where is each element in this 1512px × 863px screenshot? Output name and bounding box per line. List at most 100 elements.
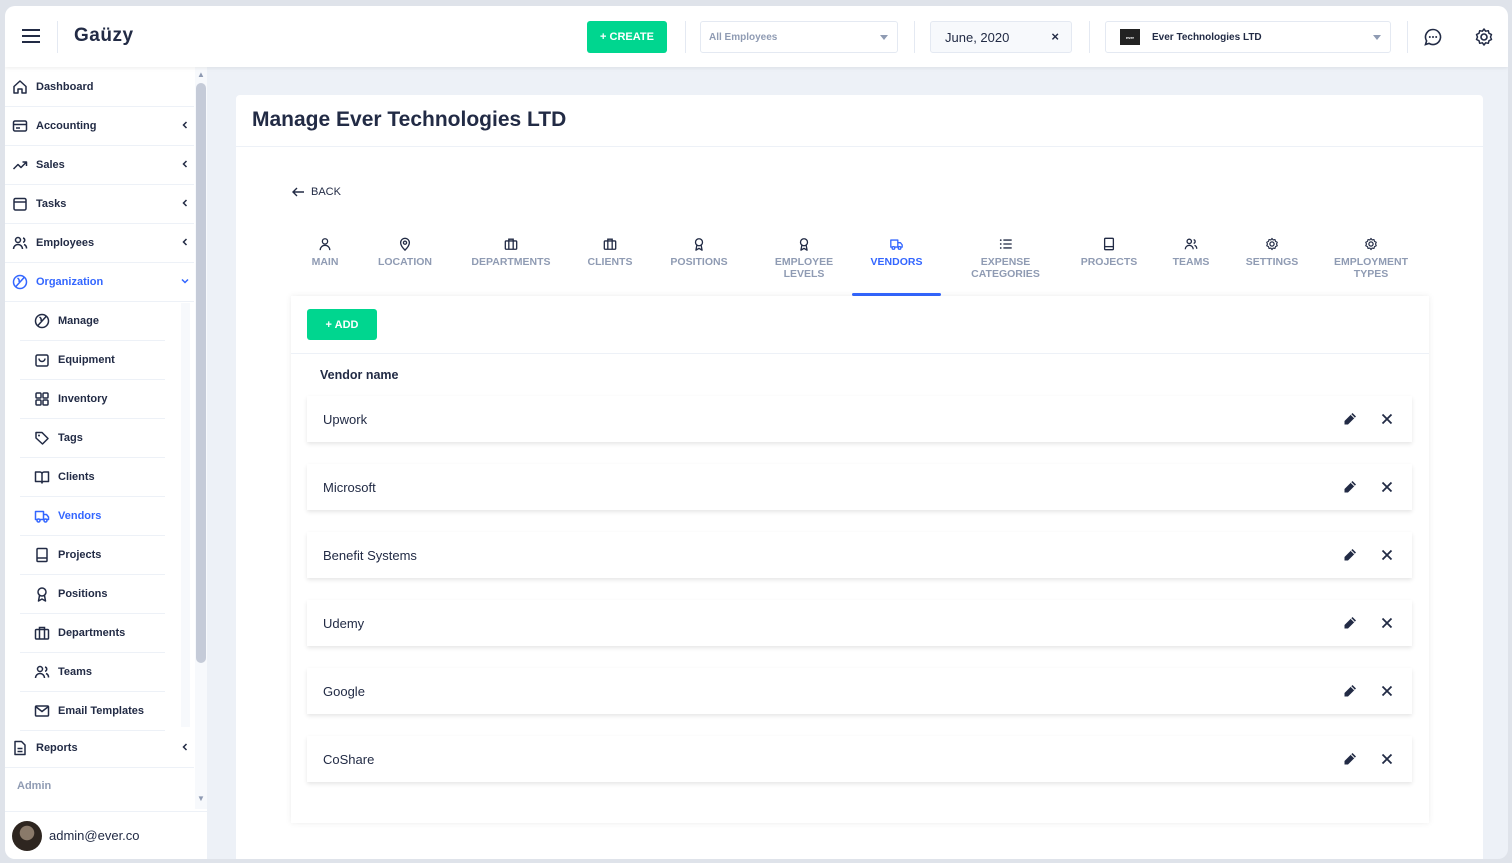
sidebar-item-label: Departments [58,627,126,639]
tab-label: TEAMS [1172,256,1210,268]
sidebar-item-positions[interactable]: Positions [20,575,165,614]
delete-icon[interactable] [1380,752,1394,766]
sidebar-item-equipment[interactable]: Equipment [20,341,165,380]
tab-employment-types[interactable]: EMPLOYMENT TYPES [1329,237,1413,297]
delete-icon[interactable] [1380,616,1394,630]
back-button[interactable]: BACK [292,186,341,198]
briefcase-icon [504,238,518,250]
sidebar-item-dashboard[interactable]: Dashboard [5,68,194,107]
avatar[interactable] [12,820,42,851]
award-icon [694,238,704,251]
sidebar-item-label: Positions [58,588,108,600]
tab-location[interactable]: LOCATION [375,237,435,297]
user-profile[interactable]: admin@ever.co [5,811,207,859]
tab-label: TYPES [1353,268,1389,280]
tab-projects[interactable]: PROJECTS [1079,237,1139,297]
delete-icon[interactable] [1380,548,1394,562]
chevron-down-icon [1373,35,1381,40]
vendor-name: Google [323,683,365,699]
sidebar-item-label: Reports [36,742,78,754]
sidebar-item-projects[interactable]: Projects [20,536,165,575]
tab-clients[interactable]: CLIENTS [586,237,634,297]
chevron-left-icon [182,238,188,246]
chevron-left-icon [182,121,188,129]
sidebar-item-manage[interactable]: Manage [20,302,165,341]
person-icon [319,238,331,251]
chevron-left-icon [182,160,188,168]
sidebar-item-reports[interactable]: Reports [5,729,194,768]
vendor-name: Upwork [323,411,368,427]
sidebar-item-vendors[interactable]: Vendors [20,497,165,536]
sidebar-item-inventory[interactable]: Inventory [20,380,165,419]
tab-label: POSITIONS [670,256,728,268]
sidebar-item-employees[interactable]: Employees [5,224,194,263]
tab-employee-levels[interactable]: EMPLOYEE LEVELS [769,237,839,297]
tab-expense-categories[interactable]: EXPENSE CATEGORIES [963,237,1048,297]
tab-main[interactable]: MAIN [306,237,344,297]
scroll-down-icon[interactable]: ▼ [195,794,207,804]
edit-icon[interactable] [1342,479,1358,495]
book-icon [1103,237,1115,251]
settings-icon[interactable] [1474,27,1494,47]
date-picker[interactable]: June, 2020 × [930,21,1072,53]
employee-select[interactable]: All Employees [700,21,898,53]
sidebar-scrollbar-thumb[interactable] [196,83,206,663]
award-icon [799,238,809,251]
sidebar-item-sales[interactable]: Sales [5,146,194,185]
column-header-vendor-name: Vendor name [320,368,399,382]
add-vendor-button[interactable]: + ADD [307,309,377,340]
chat-icon[interactable] [1423,27,1443,47]
people-icon [34,665,50,679]
tab-label: CLIENTS [587,256,633,268]
sidebar-item-tags[interactable]: Tags [20,419,165,458]
scroll-up-icon[interactable]: ▲ [195,70,207,80]
chevron-left-icon [182,199,188,207]
delete-icon[interactable] [1380,412,1394,426]
edit-icon[interactable] [1342,751,1358,767]
sidebar-item-accounting[interactable]: Accounting [5,107,194,146]
delete-icon[interactable] [1380,684,1394,698]
book-open-icon [34,471,50,484]
pin-icon [399,237,411,251]
create-button[interactable]: + CREATE [587,21,667,53]
tab-teams[interactable]: TEAMS [1169,237,1213,297]
sidebar-item-teams[interactable]: Teams [20,653,165,692]
tab-settings[interactable]: SETTINGS [1240,237,1304,297]
delete-icon[interactable] [1380,480,1394,494]
edit-icon[interactable] [1342,411,1358,427]
tab-departments[interactable]: DEPARTMENTS [469,237,553,297]
section-label-admin: Admin [17,780,52,792]
vendor-name: CoShare [323,751,375,767]
clear-date-icon[interactable]: × [1051,29,1059,44]
edit-icon[interactable] [1342,683,1358,699]
book-icon [36,547,48,563]
vendor-name: Microsoft [323,479,376,495]
car-icon [890,239,903,250]
tab-positions[interactable]: POSITIONS [667,237,731,297]
tab-label: LEVELS [783,268,825,280]
menu-toggle-icon[interactable] [22,29,40,43]
sidebar-item-label: Dashboard [36,81,94,93]
sidebar-item-email-templates[interactable]: Email Templates [20,692,165,731]
home-icon [13,80,27,94]
tab-label: LOCATION [377,256,433,268]
organization-select[interactable]: ever Ever Technologies LTD [1105,21,1391,53]
sidebar-item-departments[interactable]: Departments [20,614,165,653]
sidebar-item-tasks[interactable]: Tasks [5,185,194,224]
tab-label: SETTINGS [1245,256,1299,268]
sidebar-item-organization[interactable]: Organization [5,263,194,302]
sidebar-item-label: Equipment [58,354,115,366]
vendor-name: Udemy [323,615,365,631]
people-icon [1184,238,1198,250]
app-logo[interactable]: Gaüzy [74,25,134,47]
sidebar-item-label: Tags [58,432,83,444]
submenu-scrollbar[interactable] [181,303,190,727]
table-row: Microsoft [307,464,1412,510]
organization-select-value: Ever Technologies LTD [1152,31,1262,43]
edit-icon[interactable] [1342,547,1358,563]
tab-label: PROJECTS [1080,256,1138,268]
edit-icon[interactable] [1342,615,1358,631]
table-row: Benefit Systems [307,532,1412,578]
tab-vendors[interactable]: VENDORS [864,237,929,297]
sidebar-item-clients[interactable]: Clients [20,458,165,497]
